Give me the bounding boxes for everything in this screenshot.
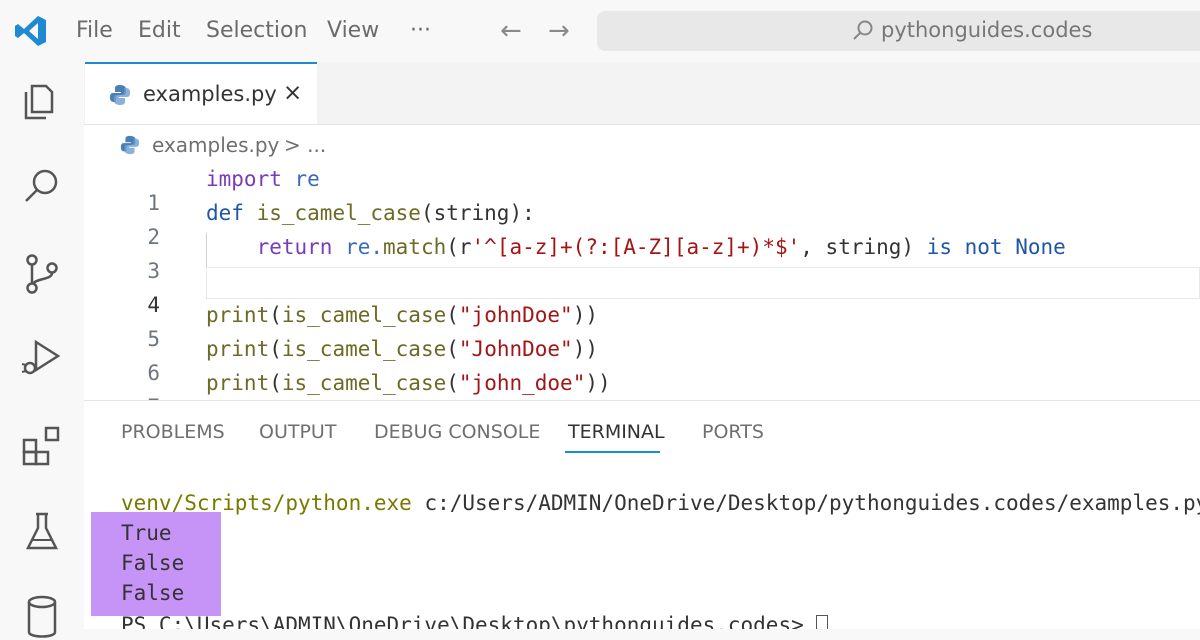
breadcrumb-file[interactable]: examples.py	[152, 133, 279, 157]
menu-file[interactable]: File	[76, 18, 113, 43]
bottom-panel: PROBLEMS OUTPUT DEBUG CONSOLE TERMINAL P…	[84, 400, 1200, 629]
code-line: 3 return re.match(r'^[a-z]+(?:[A-Z][a-z]…	[84, 235, 1200, 283]
extensions-icon[interactable]	[18, 422, 66, 470]
editor-tab-bar: examples.py ×	[84, 62, 1200, 125]
terminal-output-line: False	[121, 551, 185, 575]
menu-edit[interactable]: Edit	[138, 18, 181, 43]
code-line: 7 print(is_camel_case("john_doe"))	[84, 371, 1200, 400]
breadcrumb-symbols[interactable]: > ...	[284, 133, 326, 157]
code-line: 4	[84, 269, 1200, 317]
menu-view[interactable]: View	[327, 18, 379, 43]
menu-selection[interactable]: Selection	[206, 18, 307, 43]
database-icon[interactable]	[18, 592, 66, 640]
title-bar: File Edit Selection View ··· ← → pythong…	[0, 0, 1200, 62]
close-tab-icon[interactable]: ×	[283, 80, 302, 106]
explorer-icon[interactable]	[18, 78, 66, 126]
back-arrow-icon[interactable]: ←	[500, 16, 522, 46]
code-editor[interactable]: 1 import re 2 def is_camel_case(string):…	[84, 165, 1200, 400]
search-sidebar-icon[interactable]	[18, 162, 66, 210]
tab-terminal[interactable]: TERMINAL	[568, 421, 665, 443]
tab-ports[interactable]: PORTS	[702, 421, 764, 443]
terminal-cursor	[816, 615, 829, 629]
python-file-icon	[120, 135, 140, 155]
command-center-search[interactable]: pythonguides.codes	[597, 11, 1200, 51]
code-line: 6 print(is_camel_case("JohnDoe"))	[84, 337, 1200, 385]
search-icon	[853, 20, 873, 40]
breadcrumb: examples.py > ...	[84, 125, 1200, 165]
menu-more[interactable]: ···	[410, 18, 431, 43]
python-file-icon	[110, 85, 130, 105]
code-line: 1 import re	[84, 167, 1200, 215]
forward-arrow-icon[interactable]: →	[548, 16, 570, 46]
search-text: pythonguides.codes	[881, 18, 1093, 42]
terminal-prompt[interactable]: PS C:\Users\ADMIN\OneDrive\Desktop\pytho…	[121, 613, 829, 629]
vscode-logo-icon[interactable]	[14, 14, 48, 48]
run-debug-icon[interactable]	[18, 334, 66, 382]
tab-problems[interactable]: PROBLEMS	[121, 421, 225, 443]
tab-output[interactable]: OUTPUT	[259, 421, 336, 443]
testing-flask-icon[interactable]	[18, 508, 66, 556]
source-control-icon[interactable]	[18, 250, 66, 298]
tab-debug-console[interactable]: DEBUG CONSOLE	[374, 421, 540, 443]
tab-label: examples.py	[143, 82, 277, 106]
terminal-output-line: False	[121, 581, 185, 605]
code-line: 2 def is_camel_case(string):	[84, 201, 1200, 249]
tab-examples-py[interactable]: examples.py ×	[85, 62, 317, 124]
terminal-command-line: venv/Scripts/python.exe c:/Users/ADMIN/O…	[121, 491, 1200, 515]
active-tab-indicator	[565, 451, 660, 453]
code-line: 5 print(is_camel_case("johnDoe"))	[84, 303, 1200, 351]
terminal-output-line: True	[121, 521, 172, 545]
activity-bar	[0, 62, 85, 638]
